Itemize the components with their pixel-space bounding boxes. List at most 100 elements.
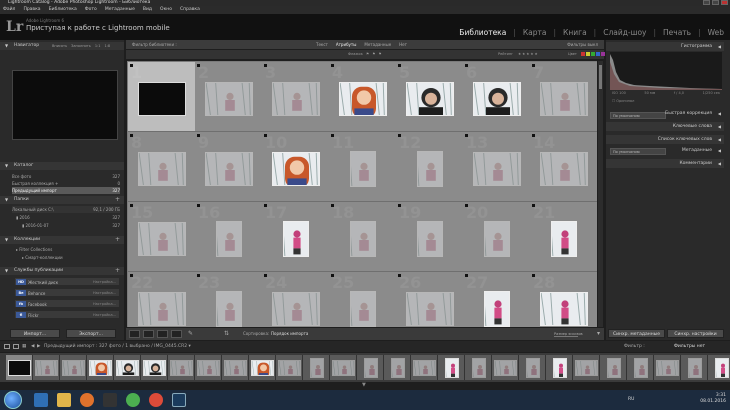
- filmstrip[interactable]: [0, 353, 730, 382]
- flag-marker-icon[interactable]: [197, 204, 200, 207]
- filmstrip-thumb[interactable]: [492, 355, 519, 380]
- photo-thumbnail[interactable]: [339, 82, 387, 116]
- filmstrip-photo[interactable]: [309, 357, 324, 378]
- flag-marker-icon[interactable]: [130, 134, 133, 137]
- filmstrip-photo[interactable]: [714, 357, 729, 378]
- grid-icon[interactable]: ▦: [22, 341, 26, 352]
- identity-title[interactable]: Приступая к работе с Lightroom mobile: [26, 24, 170, 32]
- metadata-preset-select[interactable]: По умолчанию: [610, 148, 666, 155]
- navigator-zoom-option[interactable]: 1:1: [95, 44, 101, 48]
- maximize-button[interactable]: [712, 0, 719, 5]
- photo-thumbnail[interactable]: [540, 292, 588, 326]
- filmstrip-photo[interactable]: [251, 359, 274, 376]
- sync-settings-button[interactable]: Синхр. настройки: [667, 329, 724, 338]
- star-rating-icons[interactable]: ★★★★★: [518, 50, 539, 59]
- histogram-header[interactable]: Гистограмма ◀: [606, 42, 724, 51]
- flag-marker-icon[interactable]: [197, 64, 200, 67]
- filmstrip-thumb[interactable]: [249, 355, 276, 380]
- menu-item[interactable]: Правка: [23, 6, 40, 14]
- explorer-icon[interactable]: [57, 393, 71, 407]
- photo-thumbnail[interactable]: [473, 82, 521, 116]
- filmstrip-photo[interactable]: [278, 359, 301, 376]
- filmstrip-thumb[interactable]: [33, 355, 60, 380]
- publish-service[interactable]: fb Facebook Настройка...: [14, 299, 120, 308]
- flag-marker-icon[interactable]: [197, 134, 200, 137]
- grid-cell[interactable]: 12: [396, 132, 464, 202]
- flag-marker-icon[interactable]: [264, 64, 267, 67]
- filmstrip-thumb[interactable]: [195, 355, 222, 380]
- photo-thumbnail[interactable]: [216, 221, 242, 257]
- filter-tab[interactable]: Метаданные: [364, 40, 391, 49]
- flag-marker-icon[interactable]: [130, 274, 133, 277]
- system-clock[interactable]: 3:31 08.01.2016: [700, 393, 726, 405]
- module-2[interactable]: Книга: [563, 28, 587, 37]
- filter-preset[interactable]: Фильтры выкл: [567, 40, 598, 49]
- thumbnail-grid[interactable]: 1 2 3 4 5 6 7 8 9 10 11 12 13 14 15 16 17 18 19 20 21 22 23 24 2…: [127, 61, 597, 327]
- sync-metadata-button[interactable]: Синхр. метаданные: [608, 329, 665, 338]
- photo-thumbnail[interactable]: [283, 221, 309, 257]
- flag-marker-icon[interactable]: [331, 134, 334, 137]
- color-swatch[interactable]: [601, 52, 605, 56]
- publish-service[interactable]: fl Flickr Настройка...: [14, 310, 120, 319]
- filmstrip-thumb[interactable]: [600, 355, 627, 380]
- photo-thumbnail[interactable]: [484, 221, 510, 257]
- catalog-item[interactable]: Предыдущий импорт 327: [12, 187, 120, 194]
- navigator-zoom-option[interactable]: Заполнить: [71, 44, 91, 48]
- flag-marker-icon[interactable]: [532, 134, 535, 137]
- catalog-item[interactable]: Быстрая коллекция + 0: [12, 180, 120, 187]
- firefox-icon[interactable]: [80, 393, 94, 407]
- add-collection-icon[interactable]: +: [115, 236, 120, 244]
- photo-thumbnail[interactable]: [406, 292, 454, 326]
- flag-marker-icon[interactable]: [331, 204, 334, 207]
- sort-direction-icon[interactable]: ⇅: [224, 330, 235, 338]
- keywording-header[interactable]: Ключевые слова ◀: [606, 122, 724, 131]
- catalog-item[interactable]: Все фото 327: [12, 173, 120, 180]
- collection-item[interactable]: ▸ Смарт-коллекции: [12, 254, 120, 261]
- loupe-view-icon[interactable]: [143, 330, 154, 338]
- grid-cell[interactable]: 28: [530, 272, 597, 327]
- grid-cell[interactable]: 21: [530, 202, 597, 272]
- grid-cell[interactable]: 13: [463, 132, 531, 202]
- collection-item[interactable]: ▸ Filter Collections: [12, 246, 120, 253]
- grid-cell[interactable]: 27: [463, 272, 531, 327]
- quick-develop-header[interactable]: Быстрая коррекция ◀: [664, 109, 724, 118]
- publish-service-status[interactable]: Настройка...: [93, 311, 116, 320]
- menu-item[interactable]: Справка: [180, 6, 200, 14]
- menu-item[interactable]: Фото: [85, 6, 97, 14]
- sort-value[interactable]: Порядок импорта: [271, 328, 308, 340]
- grid-cell[interactable]: 17: [262, 202, 330, 272]
- saved-preset-select[interactable]: По умолчанию: [610, 112, 666, 119]
- back-icon[interactable]: ◀: [31, 341, 34, 352]
- scrollbar-thumb[interactable]: [599, 65, 602, 89]
- collections-header[interactable]: ▼ Коллекции +: [0, 236, 124, 244]
- photo-thumbnail[interactable]: [484, 291, 510, 327]
- menu-item[interactable]: Вид: [143, 6, 152, 14]
- grid-cell[interactable]: 15: [128, 202, 196, 272]
- flag-filter-icons[interactable]: ⚑ ⚑ ⚑: [366, 50, 383, 59]
- filmstrip-thumb[interactable]: [411, 355, 438, 380]
- flag-marker-icon[interactable]: [264, 274, 267, 277]
- forward-icon[interactable]: ▶: [37, 341, 40, 352]
- add-publish-icon[interactable]: +: [115, 267, 120, 275]
- lightroom-task-icon[interactable]: [172, 393, 186, 407]
- photo-thumbnail[interactable]: [205, 152, 253, 186]
- filmstrip-photo[interactable]: [363, 357, 378, 378]
- grid-cell[interactable]: 14: [530, 132, 597, 202]
- photo-thumbnail[interactable]: [406, 82, 454, 116]
- photo-thumbnail[interactable]: [138, 82, 186, 116]
- grid-cell[interactable]: 25: [329, 272, 397, 327]
- filmstrip-photo[interactable]: [633, 357, 648, 378]
- language-indicator[interactable]: RU: [628, 397, 634, 402]
- media-icon[interactable]: [103, 393, 117, 407]
- filmstrip-photo[interactable]: [390, 357, 405, 378]
- photo-thumbnail[interactable]: [473, 152, 521, 186]
- add-folder-icon[interactable]: +: [115, 196, 120, 204]
- grid-cell[interactable]: 24: [262, 272, 330, 327]
- publish-service[interactable]: HD Жесткий диск Настройка...: [14, 277, 120, 286]
- grid-cell[interactable]: 6: [463, 62, 531, 132]
- import-button[interactable]: Импорт...: [10, 329, 60, 338]
- export-button[interactable]: Экспорт...: [66, 329, 116, 338]
- flag-marker-icon[interactable]: [331, 274, 334, 277]
- filmstrip-photo[interactable]: [444, 357, 459, 378]
- module-1[interactable]: Карта: [523, 28, 547, 37]
